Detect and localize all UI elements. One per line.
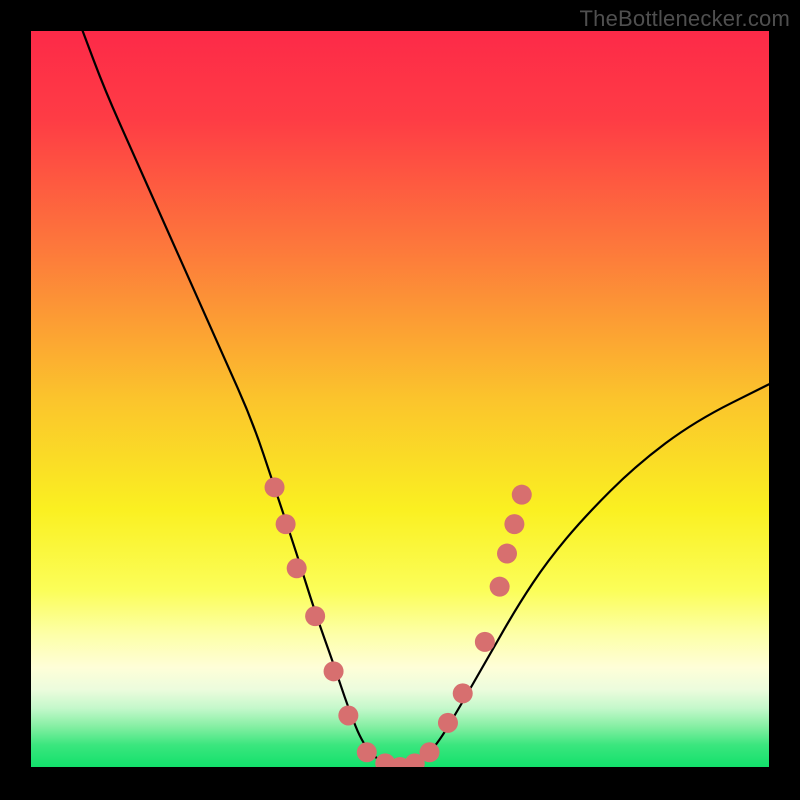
curve-marker	[512, 485, 532, 505]
curve-marker	[438, 713, 458, 733]
curve-marker	[475, 632, 495, 652]
chart-frame: TheBottlenecker.com	[0, 0, 800, 800]
watermark-text: TheBottlenecker.com	[580, 6, 790, 32]
curve-marker	[305, 606, 325, 626]
curve-marker	[265, 477, 285, 497]
curve-marker	[324, 661, 344, 681]
curve-marker	[420, 742, 440, 762]
curve-marker	[490, 577, 510, 597]
curve-marker	[504, 514, 524, 534]
curve-marker	[276, 514, 296, 534]
curve-marker	[287, 558, 307, 578]
curve-marker	[453, 683, 473, 703]
curve-marker	[338, 705, 358, 725]
plot-area	[31, 31, 769, 767]
curve-marker	[357, 742, 377, 762]
curve-marker	[497, 544, 517, 564]
bottleneck-chart	[31, 31, 769, 767]
gradient-background	[31, 31, 769, 767]
